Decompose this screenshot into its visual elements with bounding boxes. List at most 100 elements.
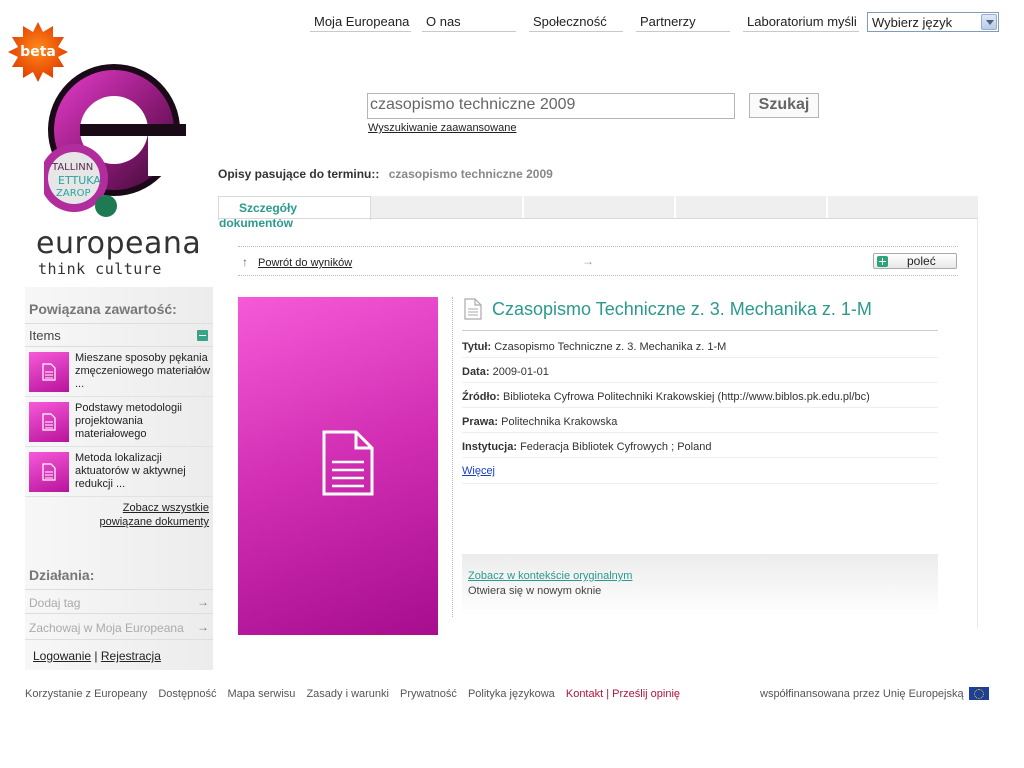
plus-icon — [877, 256, 888, 267]
search-input[interactable]: czasopismo techniczne 2009 — [367, 93, 735, 119]
related-item-thumbnail[interactable] — [29, 352, 69, 392]
title-separator — [462, 330, 938, 331]
action-label: Zachowaj w Moja Europeana — [29, 621, 184, 635]
meta-value: Politechnika Krakowska — [501, 416, 618, 428]
results-toolbar: ↑ Powrót do wyników → — [238, 246, 958, 276]
collapse-icon[interactable] — [197, 330, 208, 341]
tab-empty-5 — [828, 196, 978, 219]
document-icon — [42, 363, 56, 381]
login-separator: | — [94, 649, 98, 663]
footer-link-feedback[interactable]: Prześlij opinię — [612, 688, 680, 700]
language-select[interactable]: Wybierz język — [867, 12, 999, 32]
meta-label: Instytucja: — [462, 441, 518, 453]
nav-partners[interactable]: Partnerzy — [636, 12, 730, 32]
meta-row-institution: Instytucja: Federacja Bibliotek Cyfrowyc… — [462, 433, 938, 458]
match-label: Opisy pasujące do terminu:: — [218, 167, 380, 181]
logo-tagline: think culture — [38, 260, 162, 278]
document-thumbnail[interactable] — [238, 297, 438, 635]
nav-my-europeana[interactable]: Moja Europeana — [310, 12, 411, 32]
meta-label: Prawa: — [462, 416, 499, 428]
back-to-results-link[interactable]: Powrót do wyników — [258, 257, 352, 269]
arrow-right-icon: → — [197, 595, 209, 609]
arrow-right-icon[interactable]: → — [582, 254, 594, 268]
language-select-value: Wybierz język — [872, 15, 953, 30]
related-item[interactable]: Podstawy metodologii projektowania mater… — [25, 398, 213, 447]
save-to-my-europeana-action[interactable]: Zachowaj w Moja Europeana → — [25, 615, 213, 640]
login-register-row: Logowanie | Rejestracja — [33, 649, 161, 663]
footer-link-privacy[interactable]: Prywatność — [400, 688, 457, 700]
document-icon — [42, 413, 56, 431]
more-link[interactable]: Więcej — [462, 465, 495, 477]
original-context-box: Zobacz w kontekście oryginalnym Otwiera … — [462, 554, 938, 617]
footer-link-language-policy[interactable]: Polityka językowa — [468, 688, 555, 700]
europeana-logo[interactable]: beta TALLINN ETTUKA ZAROP europeana thin… — [0, 20, 210, 278]
more-separator — [462, 483, 938, 484]
related-item[interactable]: Mieszane sposoby pękania zmęczeniowego m… — [25, 348, 213, 397]
meta-label: Źródło: — [462, 391, 500, 403]
login-link[interactable]: Logowanie — [33, 649, 91, 663]
footer-separator: | — [606, 688, 610, 700]
tab-empty-2 — [371, 196, 522, 219]
action-label: Dodaj tag — [29, 596, 81, 610]
svg-text:ETTUKA: ETTUKA — [58, 174, 101, 187]
meta-value: 2009-01-01 — [492, 366, 549, 378]
opens-new-window-note: Otwiera się w nowym oknie — [468, 585, 602, 597]
footer-link-accessibility[interactable]: Dostępność — [158, 688, 216, 700]
document-icon — [42, 463, 56, 481]
meta-label: Tytuł: — [462, 341, 492, 353]
search-button[interactable]: Szukaj — [749, 93, 819, 118]
related-item-title[interactable]: Metoda lokalizacji aktuatorów w aktywnej… — [75, 452, 211, 491]
meta-value: Biblioteka Cyfrowa Politechniki Krakowsk… — [502, 391, 870, 403]
nav-think-lab[interactable]: Laboratorium myśli — [743, 12, 859, 32]
related-item-title[interactable]: Podstawy metodologii projektowania mater… — [75, 402, 211, 441]
europeana-e-mark: TALLINN ETTUKA ZAROP — [44, 64, 186, 217]
recommend-label: poleć — [907, 254, 936, 268]
related-item-thumbnail[interactable] — [29, 402, 69, 442]
record-title: Czasopismo Techniczne z. 3. Mechanika z.… — [492, 299, 872, 319]
tab-bar: Szczegóły dokumentów — [218, 196, 978, 230]
nav-community[interactable]: Społeczność — [529, 12, 623, 32]
arrow-right-icon: → — [197, 620, 209, 634]
document-icon — [322, 430, 374, 496]
svg-text:ZAROP: ZAROP — [56, 188, 91, 199]
arrow-up-icon: ↑ — [242, 255, 248, 269]
recommend-button[interactable]: poleć — [873, 253, 957, 269]
column-divider — [452, 297, 453, 617]
items-label: Items — [29, 328, 61, 343]
meta-row-source: Źródło: Biblioteka Cyfrowa Politechniki … — [462, 383, 938, 408]
see-all-related-link[interactable]: Zobacz wszystkie powiązane dokumenty — [85, 501, 209, 529]
related-item-thumbnail[interactable] — [29, 452, 69, 492]
meta-row-rights: Prawa: Politechnika Krakowska — [462, 408, 938, 433]
eu-flag-icon — [969, 687, 989, 700]
related-content-heading: Powiązana zawartość: — [29, 301, 177, 317]
meta-value: Federacja Bibliotek Cyfrowych ; Poland — [520, 441, 712, 453]
items-section-header[interactable]: Items — [25, 323, 213, 347]
meta-value: Czasopismo Techniczne z. 3. Mechanika z.… — [494, 341, 727, 353]
nav-about[interactable]: O nas — [422, 12, 516, 32]
sidebar: Powiązana zawartość: Items Mieszane spos… — [25, 287, 213, 670]
related-item-title[interactable]: Mieszane sposoby pękania zmęczeniowego m… — [75, 352, 211, 391]
footer-link-contact[interactable]: Kontakt — [566, 688, 603, 700]
footer-links: Korzystanie z Europeany Dostępność Mapa … — [25, 688, 680, 700]
related-item[interactable]: Metoda lokalizacji aktuatorów w aktywnej… — [25, 448, 213, 497]
register-link[interactable]: Rejestracja — [101, 649, 161, 663]
tab-document-details[interactable]: Szczegóły dokumentów — [218, 196, 371, 230]
meta-row-title: Tytuł: Czasopismo Techniczne z. 3. Mecha… — [462, 333, 938, 358]
tab-empty-4 — [676, 196, 826, 219]
footer-link-terms[interactable]: Zasady i warunki — [306, 688, 389, 700]
actions-heading: Działania: — [29, 567, 95, 583]
footer-link-sitemap[interactable]: Mapa serwisu — [228, 688, 296, 700]
eu-cofunded-note: współfinansowana przez Unię Europejską — [760, 688, 964, 700]
view-original-context-link[interactable]: Zobacz w kontekście oryginalnym — [468, 570, 632, 582]
advanced-search-link[interactable]: Wyszukiwanie zaawansowane — [368, 122, 516, 134]
chevron-down-icon[interactable] — [981, 14, 997, 30]
meta-label: Data: — [462, 366, 490, 378]
svg-text:TALLINN: TALLINN — [51, 162, 93, 173]
document-type-icon — [464, 298, 482, 320]
tab-empty-3 — [524, 196, 674, 219]
logo-wordmark: europeana — [36, 226, 202, 261]
footer-link-using-europeana[interactable]: Korzystanie z Europeany — [25, 688, 147, 700]
add-tag-action[interactable]: Dodaj tag → — [25, 589, 213, 614]
tab-label-line1: Szczegóły — [239, 201, 298, 215]
match-term: czasopismo techniczne 2009 — [388, 167, 553, 181]
